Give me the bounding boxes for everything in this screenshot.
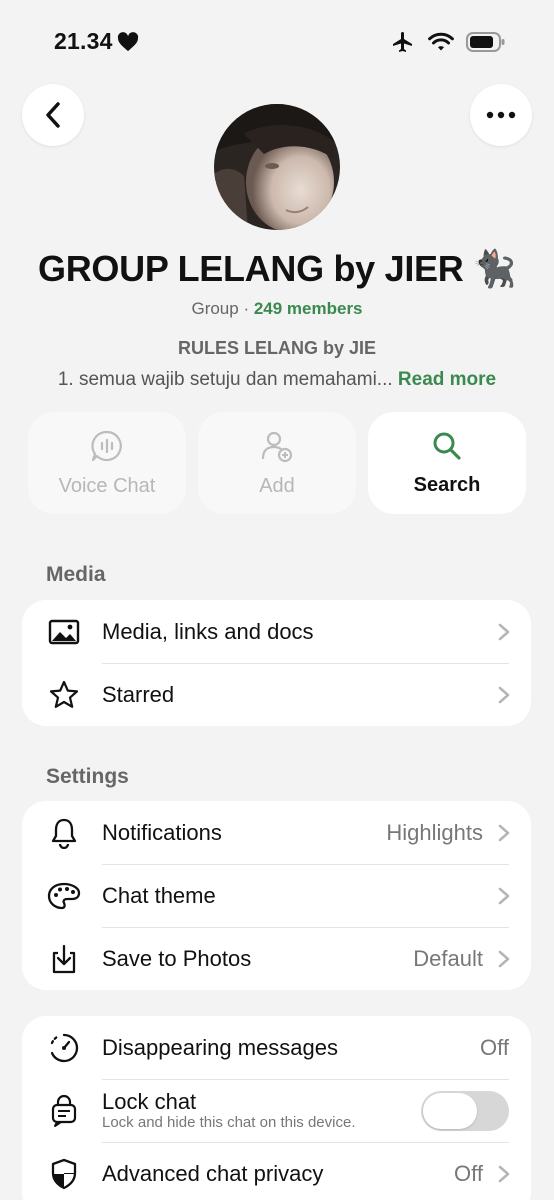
settings-section-title: Settings	[46, 765, 129, 788]
starred-label: Starred	[102, 681, 175, 707]
media-card: Media, links and docs Starred	[22, 600, 531, 726]
voice-chat-button[interactable]: Voice Chat	[28, 412, 186, 514]
heart-icon	[117, 31, 138, 51]
notifications-row[interactable]: Notifications Highlights	[22, 801, 531, 864]
starred-row[interactable]: Starred	[22, 663, 531, 726]
group-name-text: GROUP LELANG by JIER	[38, 248, 464, 289]
search-icon	[433, 432, 461, 460]
chat-theme-label: Chat theme	[102, 882, 216, 908]
privacy-card: Disappearing messages Off Lock chat Lock…	[22, 1016, 531, 1200]
advanced-chat-privacy-row[interactable]: Advanced chat privacy Off	[22, 1142, 531, 1200]
status-time: 21.34	[54, 28, 139, 55]
disappearing-messages-value: Off	[480, 1034, 509, 1060]
add-member-button[interactable]: Add	[198, 412, 356, 514]
chat-theme-row[interactable]: Chat theme	[22, 864, 531, 927]
download-icon	[46, 941, 82, 977]
notifications-value: Highlights	[386, 819, 483, 845]
voice-chat-icon	[91, 430, 122, 461]
group-name: GROUP LELANG by JIER 🐈‍⬛	[0, 248, 554, 290]
chevron-right-icon	[498, 686, 510, 703]
chevron-right-icon	[498, 623, 510, 640]
image-icon	[46, 614, 82, 650]
description-preview: 1. semua wajib setuju dan memahami... Re…	[0, 369, 554, 391]
save-to-photos-value: Default	[413, 945, 483, 971]
advanced-chat-privacy-label: Advanced chat privacy	[102, 1160, 324, 1186]
lock-chat-row[interactable]: Lock chat Lock and hide this chat on thi…	[22, 1079, 531, 1142]
meta-separator: ·	[238, 299, 254, 318]
media-section-title: Media	[46, 563, 106, 586]
settings-card: Notifications Highlights Chat theme Save…	[22, 801, 531, 990]
search-label: Search	[413, 473, 481, 496]
timer-icon	[46, 1030, 82, 1066]
chevron-right-icon	[498, 950, 510, 967]
lock-chat-toggle[interactable]	[421, 1090, 509, 1131]
lock-chat-label: Lock chat	[102, 1089, 197, 1114]
chevron-right-icon	[498, 887, 510, 904]
star-icon	[46, 677, 82, 713]
bell-icon	[46, 815, 82, 851]
group-type-label: Group	[191, 299, 239, 318]
avatar-photo	[214, 104, 340, 230]
cat-emoji: 🐈‍⬛	[471, 248, 516, 289]
description-title: RULES LELANG by JIE	[177, 338, 377, 358]
airplane-icon	[393, 32, 412, 52]
disappearing-messages-row[interactable]: Disappearing messages Off	[22, 1016, 531, 1079]
status-icons	[390, 30, 506, 54]
members-count-link[interactable]: 249 members	[254, 299, 363, 318]
add-person-icon	[261, 431, 293, 462]
back-button[interactable]	[22, 84, 84, 146]
chevron-left-icon	[46, 102, 60, 128]
lock-chat-sublabel: Lock and hide this chat on this device.	[102, 1114, 356, 1131]
disappearing-messages-label: Disappearing messages	[102, 1034, 339, 1060]
more-options-button[interactable]	[470, 84, 532, 146]
chevron-right-icon	[498, 824, 510, 841]
save-to-photos-label: Save to Photos	[102, 945, 252, 971]
lock-chat-icon	[46, 1093, 82, 1129]
ellipsis-icon	[486, 111, 516, 119]
media-links-docs-label: Media, links and docs	[102, 618, 314, 644]
add-label: Add	[259, 474, 295, 497]
time-label: 21.34	[54, 28, 113, 54]
voice-chat-label: Voice Chat	[58, 474, 156, 497]
group-meta: Group · 249 members	[0, 299, 554, 319]
search-button[interactable]: Search	[368, 412, 526, 514]
action-buttons: Voice Chat Add Search	[28, 412, 526, 514]
shield-icon	[46, 1156, 82, 1192]
notifications-label: Notifications	[102, 819, 222, 845]
description-text: 1. semua wajib setuju dan memahami...	[57, 369, 393, 390]
group-avatar[interactable]	[214, 104, 340, 230]
save-to-photos-row[interactable]: Save to Photos Default	[22, 927, 531, 990]
read-more-link[interactable]: Read more	[398, 369, 496, 390]
toggle-knob	[423, 1092, 477, 1129]
media-links-docs-row[interactable]: Media, links and docs	[22, 600, 531, 663]
palette-icon	[46, 878, 82, 914]
status-bar: 21.34	[0, 0, 554, 84]
wifi-icon	[428, 32, 454, 51]
chevron-right-icon	[498, 1165, 510, 1182]
battery-icon	[466, 32, 505, 52]
advanced-chat-privacy-value: Off	[454, 1160, 483, 1186]
